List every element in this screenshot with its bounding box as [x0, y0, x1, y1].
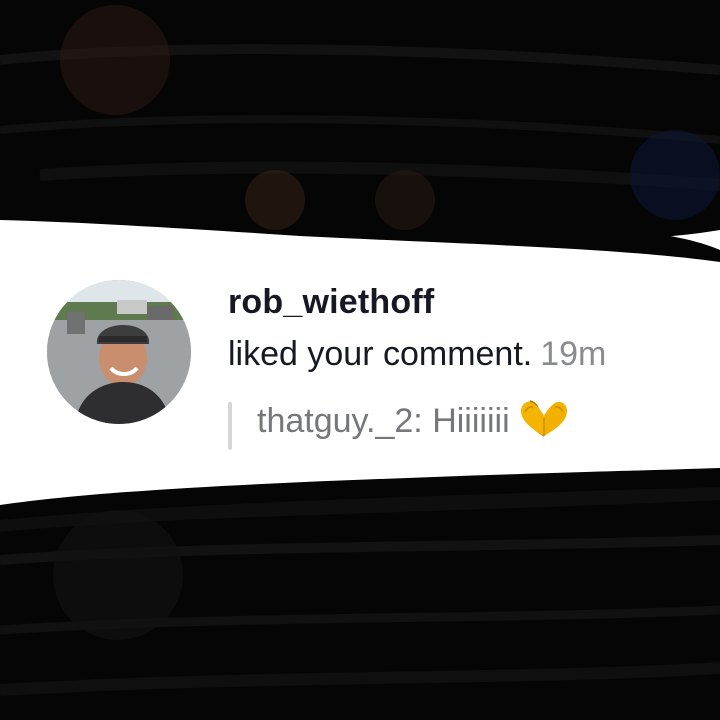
quoted-comment-author: thatguy._2 [257, 402, 414, 440]
avatar[interactable] [47, 280, 191, 424]
profile-avatar-photo [47, 280, 191, 424]
username[interactable]: rob_wiethoff [228, 283, 434, 322]
heart-hands-icon [520, 400, 567, 437]
top-redaction-scribble [0, 0, 720, 262]
quoted-comment-text: Hiiiiiii [432, 402, 510, 440]
quoted-comment-separator: : [413, 402, 433, 440]
action-line: liked your comment. 19m [228, 335, 606, 374]
quote-bar [228, 402, 232, 450]
timestamp: 19m [540, 335, 607, 373]
quoted-comment[interactable]: thatguy._2: Hiiiiiii [257, 400, 570, 441]
action-text: liked your comment. [228, 335, 533, 373]
bottom-redaction-scribble [0, 468, 720, 720]
